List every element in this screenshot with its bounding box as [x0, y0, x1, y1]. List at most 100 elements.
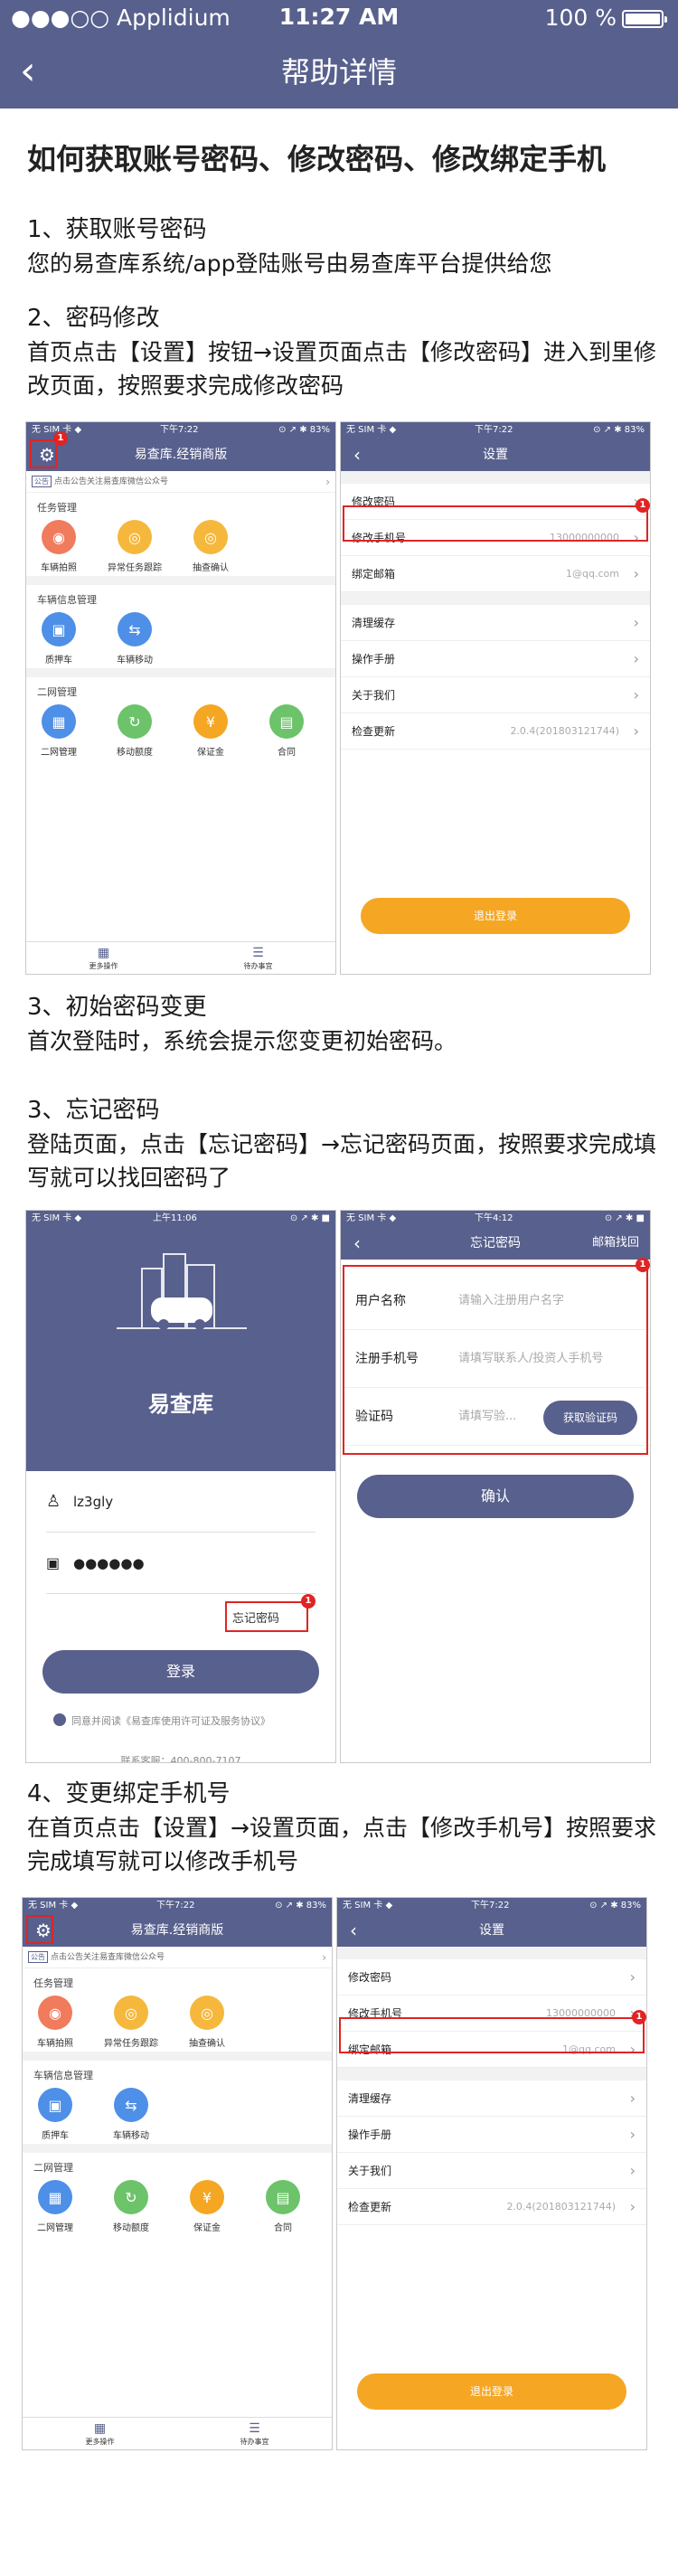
mini-status-right: ⊙ ↗ ✱ 83%	[278, 425, 330, 435]
settings-row[interactable]: 检查更新 2.0.4(201803121744) ›	[337, 2189, 646, 2225]
email-recovery-link[interactable]: 邮箱找回	[592, 1227, 639, 1260]
grid-item-photo[interactable]: ◉ 车辆拍照	[23, 1996, 88, 2049]
logout-button[interactable]: 退出登录	[357, 2373, 626, 2410]
divider	[341, 471, 650, 484]
grid-label: 车辆移动	[117, 656, 153, 665]
grid-item-exception[interactable]: ◎ 异常任务跟踪	[102, 520, 167, 573]
section-title: 1、获取账号密码	[27, 216, 207, 243]
mini-time: 上午11:06	[153, 1213, 197, 1223]
grid-label: 异常任务跟踪	[104, 2039, 158, 2049]
section-body: 首页点击【设置】按钮→设置页面点击【修改密码】进入到里修改页面，按照要求完成修改…	[27, 339, 656, 399]
city-car-icon	[117, 1253, 247, 1330]
settings-row[interactable]: 清理缓存 ›	[337, 2081, 646, 2117]
vehicle-grid: ▣ 质押车 ⇆ 车辆移动	[26, 609, 335, 668]
login-button[interactable]: 登录	[42, 1650, 319, 1694]
mini-carrier: 无 SIM 卡 ◆	[346, 1213, 397, 1223]
page-title: 帮助详情	[280, 55, 397, 90]
grid-item-quota[interactable]: ↻ 移动额度	[99, 2180, 164, 2233]
grid-item-exception[interactable]: ◎ 异常任务跟踪	[99, 1996, 164, 2049]
back-chevron-icon[interactable]: ‹	[353, 439, 361, 471]
notice-bar[interactable]: 公告 点击公告关注易查库微信公众号 ›	[23, 1947, 332, 1968]
agreement-row[interactable]: 同意并阅读《易查库使用许可证及服务协议》	[53, 1713, 270, 1728]
battery-label: 100 %	[544, 5, 617, 31]
grid-item-pledge[interactable]: ▣ 质押车	[23, 2088, 88, 2141]
chevron-right-icon: ›	[629, 2126, 636, 2143]
section-1: 1、获取账号密码 您的易查库系统/app登陆账号由易查库平台提供给您	[27, 213, 658, 280]
settings-row[interactable]: 关于我们 ›	[337, 2153, 646, 2189]
target-icon: ◎	[118, 520, 152, 554]
yen-icon: ¥	[193, 704, 228, 739]
notice-text: 点击公告关注易查库微信公众号	[54, 477, 169, 486]
logout-button[interactable]: 退出登录	[361, 898, 630, 934]
tab-label: 待办事宜	[240, 2438, 269, 2446]
grid-item-spotcheck[interactable]: ◎ 抽查确认	[178, 520, 243, 573]
password-value: ●●●●●●	[73, 1555, 145, 1571]
grid-item-contract[interactable]: ▤ 合同	[250, 2180, 315, 2233]
highlight-box	[26, 1915, 53, 1944]
confirm-button[interactable]: 确认	[357, 1475, 634, 1518]
grid-item-move[interactable]: ⇆ 车辆移动	[99, 2088, 164, 2141]
row-label: 检查更新	[352, 725, 396, 738]
home-title: 易查库.经销商版	[130, 1923, 224, 1938]
settings-row[interactable]: 修改密码 ›	[337, 1959, 646, 1996]
divider	[26, 668, 335, 677]
chevron-right-icon: ›	[633, 686, 639, 703]
forgot-nav: ‹ 忘记密码 邮箱找回	[341, 1227, 650, 1260]
notice-bar[interactable]: 公告 点击公告关注易查库微信公众号 ›	[26, 471, 335, 493]
settings-row[interactable]: 绑定邮箱 1@qq.com ›	[341, 556, 650, 592]
settings-row[interactable]: 关于我们 ›	[341, 677, 650, 713]
refresh-icon: ↻	[114, 2180, 148, 2214]
grid-item-pledge[interactable]: ▣ 质押车	[26, 612, 91, 665]
tab-todo[interactable]: ☰ 待办事宜	[181, 945, 335, 971]
grid-item-contract[interactable]: ▤ 合同	[254, 704, 319, 758]
settings-row[interactable]: 清理缓存 ›	[341, 605, 650, 641]
refresh-icon: ↻	[118, 704, 152, 739]
grid-item-quota[interactable]: ↻ 移动额度	[102, 704, 167, 758]
grid-label: 保证金	[197, 748, 224, 758]
mini-carrier: 无 SIM 卡 ◆	[32, 1213, 82, 1223]
tab-label: 更多操作	[89, 962, 118, 970]
notice-tag: 公告	[28, 1951, 48, 1963]
divider	[337, 2068, 646, 2081]
tab-more[interactable]: ▦ 更多操作	[26, 945, 181, 971]
settings-title: 设置	[483, 448, 508, 462]
back-chevron-icon[interactable]: ‹	[353, 1227, 361, 1260]
grid-label: 抽查确认	[193, 563, 229, 573]
grid-item-secondary[interactable]: ▦ 二网管理	[23, 2180, 88, 2233]
row-label: 关于我们	[348, 2165, 392, 2177]
grid-label: 移动额度	[113, 2223, 149, 2233]
tab-todo[interactable]: ☰ 待办事宜	[177, 2420, 332, 2447]
grid-item-photo[interactable]: ◉ 车辆拍照	[26, 520, 91, 573]
section-label: 任务管理	[26, 493, 335, 516]
grid-label: 二网管理	[41, 748, 77, 758]
grid-label: 保证金	[193, 2223, 221, 2233]
chevron-right-icon: ›	[629, 1968, 636, 1986]
settings-screenshot: 无 SIM 卡 ◆下午7:22⊙ ↗ ✱ 83% ‹设置 修改密码› 修改手机号…	[340, 421, 651, 975]
forgot-title: 忘记密码	[470, 1236, 521, 1250]
settings-nav: ‹ 设置	[337, 1914, 646, 1947]
back-chevron-icon[interactable]: ‹	[350, 1914, 357, 1947]
section-label: 二网管理	[23, 2153, 332, 2176]
highlight-box	[343, 1265, 648, 1455]
username-field[interactable]: ♙ lz3gly	[46, 1471, 315, 1533]
password-field[interactable]: ▣ ●●●●●●	[46, 1533, 315, 1594]
divider	[26, 576, 335, 585]
task-grid: ◉ 车辆拍照 ◎ 异常任务跟踪 ◎ 抽查确认	[23, 1992, 332, 2052]
row-value: 2.0.4(201803121744)	[506, 2201, 616, 2213]
grid-item-spotcheck[interactable]: ◎ 抽查确认	[174, 1996, 240, 2049]
grid-item-deposit[interactable]: ¥ 保证金	[178, 704, 243, 758]
step-badge: 1	[636, 1258, 650, 1272]
row-label: 操作手册	[352, 653, 396, 665]
section-3: 3、初始密码变更 首次登陆时，系统会提示您变更初始密码。	[27, 991, 658, 1058]
mini-time: 下午7:22	[156, 1901, 195, 1911]
grid-item-deposit[interactable]: ¥ 保证金	[174, 2180, 240, 2233]
tab-more[interactable]: ▦ 更多操作	[23, 2420, 177, 2447]
grid-item-secondary[interactable]: ▦ 二网管理	[26, 704, 91, 758]
grid-item-move[interactable]: ⇆ 车辆移动	[102, 612, 167, 665]
settings-row[interactable]: 检查更新 2.0.4(201803121744) ›	[341, 713, 650, 750]
highlight-box	[343, 505, 648, 542]
grid-label: 质押车	[45, 656, 72, 665]
settings-row[interactable]: 操作手册 ›	[341, 641, 650, 677]
settings-row[interactable]: 操作手册 ›	[337, 2117, 646, 2153]
row-label: 绑定邮箱	[352, 568, 396, 580]
